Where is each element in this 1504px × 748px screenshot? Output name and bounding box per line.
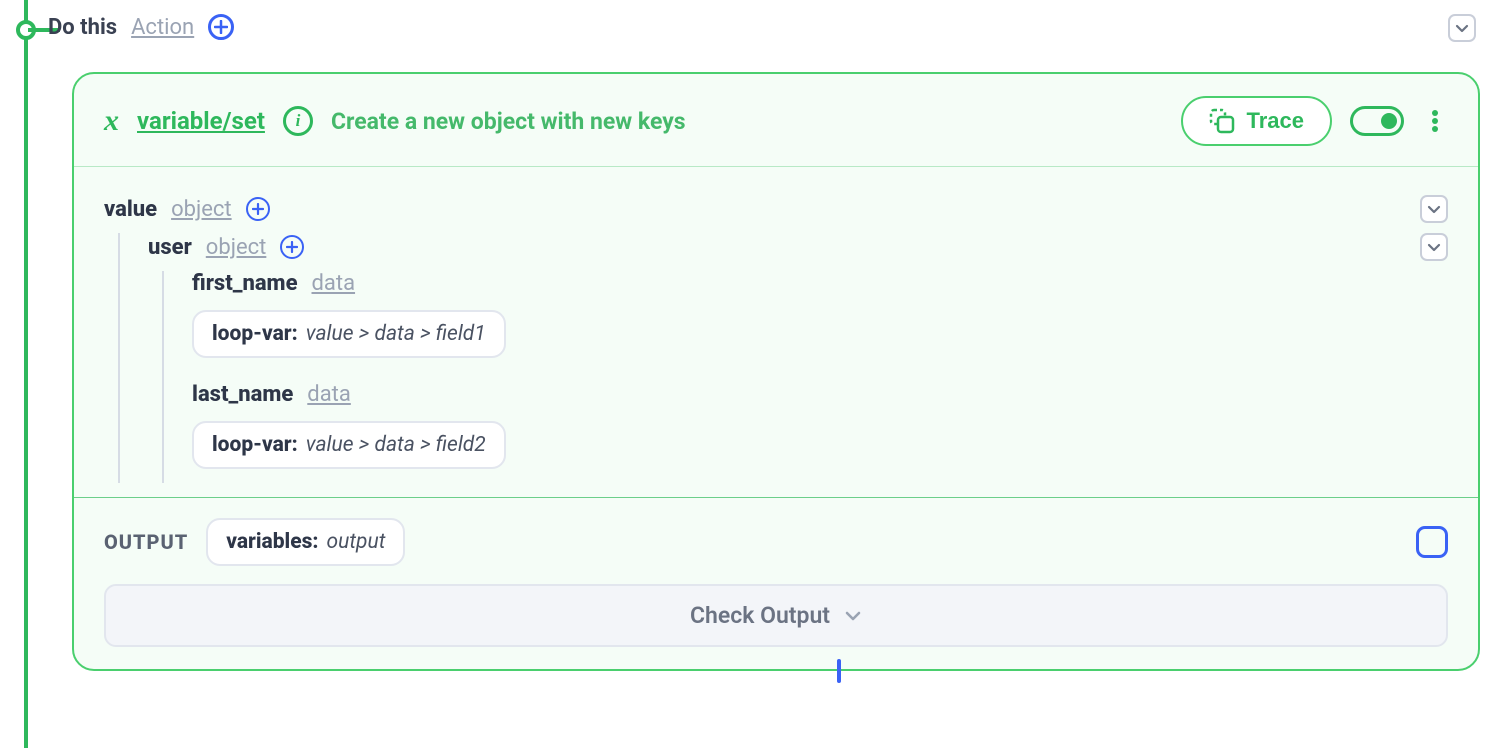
- collapse-step-button[interactable]: [1448, 14, 1476, 42]
- check-output-label: Check Output: [690, 602, 830, 629]
- collapse-user-button[interactable]: [1420, 233, 1448, 261]
- toggle-knob: [1381, 113, 1397, 129]
- output-label: OUTPUT: [104, 530, 188, 554]
- action-title-link[interactable]: variable/set: [137, 107, 265, 135]
- action-card: x variable/set i Create a new object wit…: [72, 72, 1480, 671]
- first-name-type-link[interactable]: data: [312, 271, 356, 296]
- user-key: user: [148, 235, 192, 260]
- last-name-type-link[interactable]: data: [307, 382, 351, 407]
- check-output-button[interactable]: Check Output: [104, 584, 1448, 647]
- pill-key: loop-var:: [212, 322, 298, 346]
- kebab-menu[interactable]: [1432, 108, 1438, 134]
- add-value-key-button[interactable]: [246, 197, 270, 221]
- value-key: value: [104, 197, 157, 222]
- last-name-value-pill[interactable]: loop-var: value > data > field2: [192, 421, 506, 469]
- output-row: OUTPUT variables: output: [74, 512, 1478, 580]
- user-row: user object: [148, 233, 1448, 261]
- add-action-button[interactable]: [208, 14, 234, 40]
- value-type-link[interactable]: object: [171, 197, 232, 222]
- pill-value: value > data > field1: [306, 322, 486, 346]
- info-icon[interactable]: i: [283, 106, 313, 136]
- pill-value: value > data > field2: [306, 433, 486, 457]
- chevron-down-icon: [1427, 202, 1441, 216]
- collapse-value-button[interactable]: [1420, 195, 1448, 223]
- user-type-link[interactable]: object: [206, 235, 267, 260]
- section-divider: [74, 497, 1478, 498]
- pill-key: variables:: [226, 530, 318, 554]
- card-body: value object user object: [74, 167, 1478, 493]
- pill-key: loop-var:: [212, 433, 298, 457]
- output-checkbox[interactable]: [1416, 526, 1448, 558]
- chevron-down-icon: [1455, 21, 1469, 35]
- first-name-value-pill[interactable]: loop-var: value > data > field1: [192, 310, 506, 358]
- trace-label: Trace: [1247, 108, 1305, 134]
- variable-icon: x: [104, 104, 119, 138]
- chevron-down-icon: [844, 607, 862, 625]
- user-nest: first_name data loop-var: value > data >…: [162, 271, 1448, 483]
- pill-value: output: [327, 530, 386, 554]
- action-description: Create a new object with new keys: [331, 108, 686, 135]
- plus-icon: [214, 20, 228, 34]
- trace-button[interactable]: Trace: [1181, 96, 1333, 146]
- plus-icon: [286, 241, 298, 253]
- step-header: Do this Action: [48, 14, 234, 40]
- first-name-row: first_name data: [192, 271, 1448, 296]
- card-header: x variable/set i Create a new object wit…: [74, 74, 1478, 167]
- first-name-key: first_name: [192, 271, 298, 296]
- last-name-key: last_name: [192, 382, 293, 407]
- last-name-row: last_name data: [192, 382, 1448, 407]
- bottom-marker: [837, 659, 841, 683]
- trace-icon: [1209, 108, 1235, 134]
- value-row: value object: [104, 195, 1448, 223]
- plus-icon: [252, 203, 264, 215]
- value-nest: user object first_name data loop-var: va…: [118, 233, 1448, 483]
- step-title: Do this: [48, 15, 117, 40]
- chevron-down-icon: [1427, 240, 1441, 254]
- add-user-key-button[interactable]: [280, 235, 304, 259]
- action-link[interactable]: Action: [131, 15, 194, 40]
- enable-toggle[interactable]: [1350, 106, 1404, 136]
- output-pill[interactable]: variables: output: [206, 518, 405, 566]
- timeline-line: [24, 0, 28, 748]
